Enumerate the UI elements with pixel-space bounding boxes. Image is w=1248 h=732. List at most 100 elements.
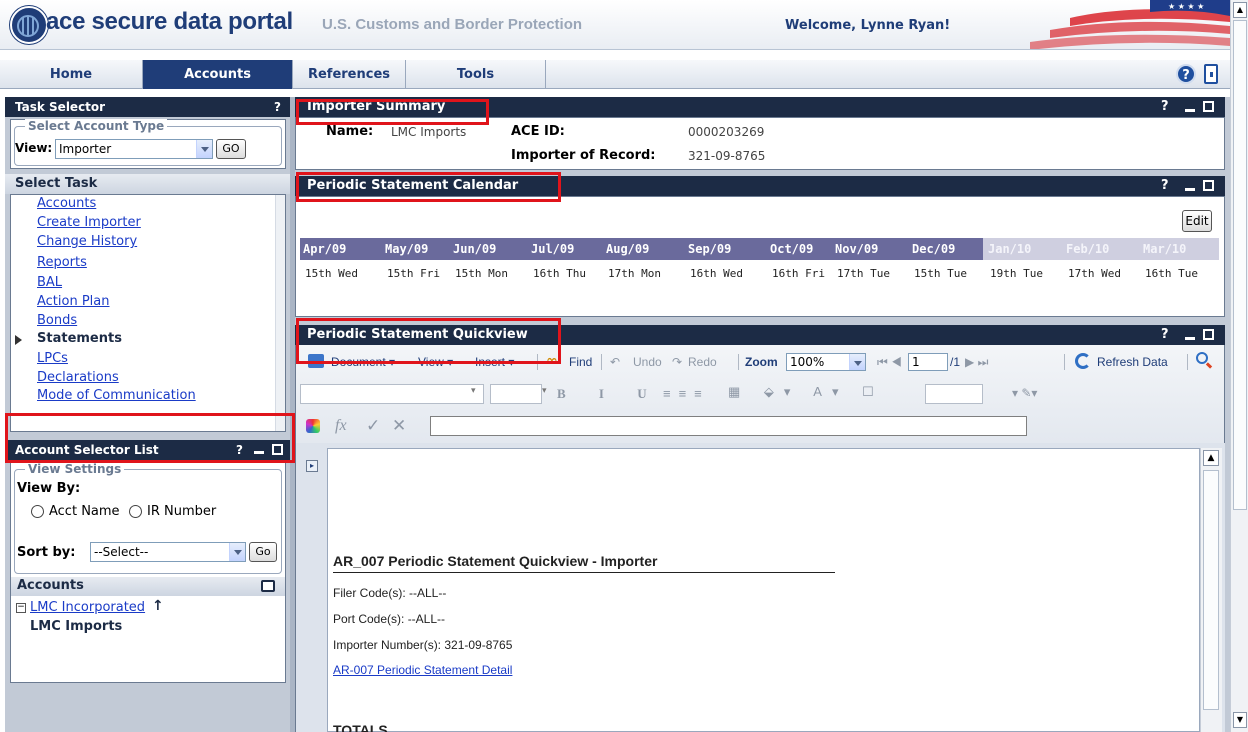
task-change-history[interactable]: Change History [37,234,137,249]
calendar-month-10[interactable]: Feb/10 [1066,238,1109,260]
calendar-day-8: 15th Tue [914,267,967,280]
task-create-importer[interactable]: Create Importer [37,215,141,230]
arrow-up-icon[interactable]: ↑ [152,598,164,614]
maximize-icon[interactable] [1203,329,1214,340]
first-page-icon[interactable]: ⏮ ◀ [877,355,902,370]
task-mode-of-communication[interactable]: Mode of Communication [37,388,196,403]
collapse-icon[interactable]: − [16,603,26,613]
tree-lmc-incorporated[interactable]: LMC Incorporated [30,600,145,615]
svg-text:★ ★ ★ ★: ★ ★ ★ ★ [1168,2,1204,11]
importer-summary-window-controls: ? [1161,97,1219,117]
calendar-day-11: 16th Tue [1145,267,1198,280]
task-lpcs[interactable]: LPCs [37,351,68,366]
scroll-up-icon[interactable]: ▲ [1203,450,1219,466]
task-reports[interactable]: Reports [37,255,87,270]
sort-by-select[interactable]: --Select-- [90,542,246,562]
sort-go-button[interactable]: Go [249,542,277,562]
font-family-select[interactable] [300,384,484,404]
accounts-title: Accounts [17,578,84,593]
zoom-label: Zoom [745,355,778,369]
accept-icon[interactable]: ✓ [366,416,380,436]
view-by-label: View By: [17,481,81,496]
find-button[interactable]: Find [569,355,592,369]
page-scroll-thumb[interactable] [1233,20,1247,510]
page-scroll-down-icon[interactable]: ▼ [1233,712,1247,728]
tab-accounts[interactable]: Accounts [143,60,293,89]
tab-home[interactable]: Home [0,60,143,89]
tree-lmc-imports[interactable]: LMC Imports [30,619,122,634]
radio-ir-number[interactable] [129,505,142,518]
redo-icon[interactable]: ↷ [672,355,682,369]
formula-input[interactable] [430,416,1027,436]
task-selector-title: Task Selector [15,100,106,114]
undo-icon[interactable]: ↶ [610,355,620,369]
minimize-icon[interactable] [1185,109,1195,112]
task-statements[interactable]: Statements [37,331,122,346]
calendar-day-6: 16th Fri [772,267,825,280]
maximize-icon[interactable] [1203,101,1214,112]
account-type-go-button[interactable]: GO [216,139,246,159]
calendar-month-5[interactable]: Sep/09 [688,238,731,260]
calendar-month-2[interactable]: Jun/09 [453,238,496,260]
font-size-select[interactable] [490,384,542,404]
function-wizard-icon[interactable] [306,419,320,433]
calendar-month-3[interactable]: Jul/09 [531,238,574,260]
calendar-edit-button[interactable]: Edit [1182,210,1212,232]
radio-acct-name[interactable] [31,505,44,518]
zoom-value: 100% [790,355,825,369]
help-icon[interactable]: ? [1161,176,1169,196]
task-list-scrollbar[interactable] [275,195,285,431]
exit-icon[interactable] [1204,64,1218,84]
task-accounts[interactable]: Accounts [37,196,96,211]
welcome-message: Welcome, Lynne Ryan! [785,18,951,33]
border-fill-icons[interactable]: ▦ ⬙▾ A▾ ☐ [728,384,884,400]
maximize-icon[interactable] [1203,180,1214,191]
tab-references[interactable]: References [293,60,406,89]
expand-panel-icon[interactable]: ▸ [306,460,318,472]
calendar-month-4[interactable]: Aug/09 [606,238,649,260]
scroll-thumb[interactable] [1203,470,1219,710]
minimize-icon[interactable] [1185,188,1195,191]
help-icon[interactable]: ? [1161,97,1169,117]
calendar-month-8[interactable]: Dec/09 [912,238,955,260]
undo-button[interactable]: Undo [633,355,662,369]
task-bonds[interactable]: Bonds [37,313,77,328]
quickview-window-controls: ? [1161,325,1219,345]
select-task-title: Select Task [15,176,98,191]
task-action-plan[interactable]: Action Plan [37,294,110,309]
calendar-month-7[interactable]: Nov/09 [835,238,878,260]
refresh-data-button[interactable]: Refresh Data [1097,355,1168,369]
calendar-month-11[interactable]: Mar/10 [1143,238,1186,260]
report-detail-link[interactable]: AR-007 Periodic Statement Detail [333,663,512,677]
calendar-month-0[interactable]: Apr/09 [303,238,346,260]
page-number-input[interactable]: 1 [908,353,948,371]
align-icons[interactable]: ≡≡≡ [663,386,710,401]
task-selector-help-icon[interactable]: ? [274,97,281,117]
border-width-select[interactable] [925,384,983,404]
calendar-month-1[interactable]: May/09 [385,238,428,260]
redo-button[interactable]: Redo [688,355,717,369]
task-declarations[interactable]: Declarations [37,370,119,385]
cancel-icon[interactable]: ✕ [392,416,406,436]
minimize-icon[interactable] [1185,337,1195,340]
account-type-select[interactable]: Importer [55,139,213,159]
page-scroll-up-icon[interactable]: ▲ [1233,2,1247,18]
page-scrollbar[interactable]: ▲ ▼ [1230,0,1248,732]
refresh-icon[interactable] [1075,353,1091,369]
report-scrollbar[interactable]: ▲ [1200,448,1222,732]
help-icon[interactable]: ? [1176,64,1196,84]
pen-icon[interactable]: ▾ ✎▾ [1012,386,1037,400]
report-title: AR_007 Periodic Statement Quickview - Im… [333,553,658,569]
print-icon[interactable] [261,580,275,592]
report-page [327,448,1200,732]
format-icons[interactable]: B I U [557,386,662,402]
main-nav: Home Accounts References Tools ? [0,60,1230,89]
task-bal[interactable]: BAL [37,275,62,290]
zoom-select[interactable]: 100% [786,353,866,371]
help-icon[interactable]: ? [1161,325,1169,345]
calendar-month-6[interactable]: Oct/09 [770,238,813,260]
calendar-month-9[interactable]: Jan/10 [988,238,1031,260]
last-page-icon[interactable]: ▶ ⏭ [965,355,988,370]
tab-tools[interactable]: Tools [406,60,546,89]
fx-icon[interactable]: fx [335,417,347,435]
